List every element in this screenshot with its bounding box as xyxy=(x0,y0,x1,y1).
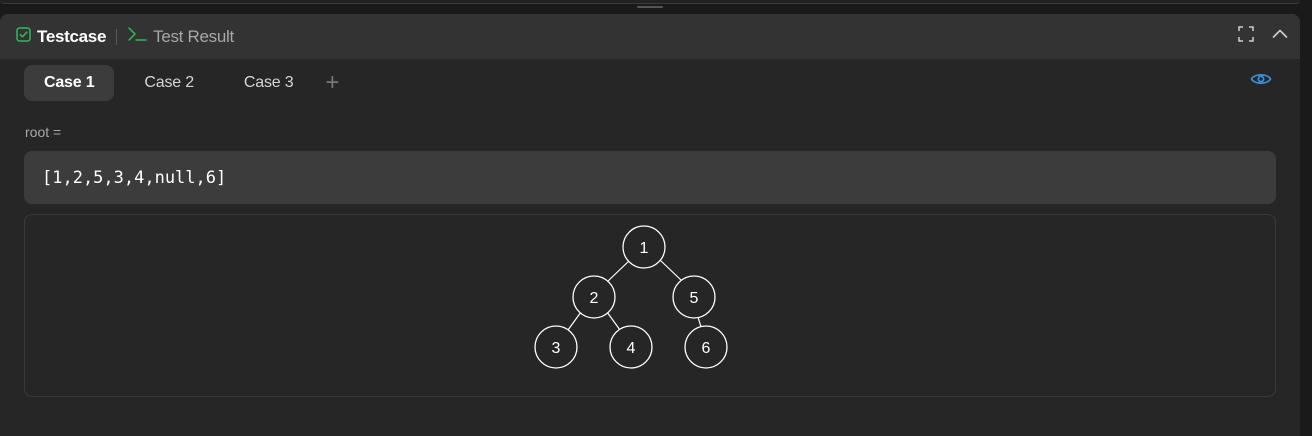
tree-node: 6 xyxy=(684,325,728,369)
panel-header: Testcase Test Result xyxy=(0,14,1300,59)
testcase-input-value: [1,2,5,3,4,null,6] xyxy=(42,167,227,188)
tab-test-result[interactable]: Test Result xyxy=(127,26,234,47)
collapse-chevron-icon[interactable] xyxy=(1272,26,1288,42)
tree-node-label: 2 xyxy=(590,290,599,307)
tree-edge xyxy=(659,259,683,282)
terminal-icon xyxy=(127,26,147,47)
case-tab-1[interactable]: Case 1 xyxy=(24,65,115,101)
fullscreen-icon[interactable] xyxy=(1238,26,1254,42)
tab-testcase-label: Testcase xyxy=(37,26,107,46)
scrollbar[interactable] xyxy=(1300,0,1312,436)
tree-visualization: 1 2 5 3 4 6 xyxy=(24,214,1276,397)
tree-node-label: 3 xyxy=(552,340,561,357)
drag-handle[interactable] xyxy=(637,6,663,8)
eye-icon[interactable] xyxy=(1250,71,1272,92)
case-tab-3[interactable]: Case 3 xyxy=(224,65,314,101)
tree-node-label: 4 xyxy=(627,340,636,357)
tree-node: 4 xyxy=(609,325,653,369)
checkbox-icon xyxy=(16,26,31,47)
variable-label: root = xyxy=(25,124,62,140)
tree-node-label: 5 xyxy=(690,290,699,307)
header-divider xyxy=(116,28,118,45)
tree-edge xyxy=(697,316,702,328)
header-actions xyxy=(1238,26,1288,42)
tree-edge xyxy=(567,311,582,331)
tree-node: 3 xyxy=(534,325,578,369)
panel-resize-bar[interactable] xyxy=(0,0,1300,8)
tree-node: 1 xyxy=(622,225,666,269)
tab-testcase[interactable]: Testcase xyxy=(16,27,106,47)
tree-edge xyxy=(607,259,631,282)
testcase-input[interactable]: [1,2,5,3,4,null,6] xyxy=(24,151,1276,204)
tree-edge xyxy=(606,311,621,331)
case-tab-2[interactable]: Case 2 xyxy=(124,65,214,101)
resize-line xyxy=(0,0,1300,4)
case-tabs: Case 1 Case 2 Case 3 + xyxy=(24,65,339,101)
add-case-button[interactable]: + xyxy=(325,65,339,101)
tree-node-label: 6 xyxy=(702,340,711,357)
tree-svg: 1 2 5 3 4 6 xyxy=(534,225,728,369)
tree-node-label: 1 xyxy=(640,240,649,257)
tab-test-result-label: Test Result xyxy=(153,26,234,46)
tree-node: 5 xyxy=(672,275,716,319)
tree-node: 2 xyxy=(572,275,616,319)
